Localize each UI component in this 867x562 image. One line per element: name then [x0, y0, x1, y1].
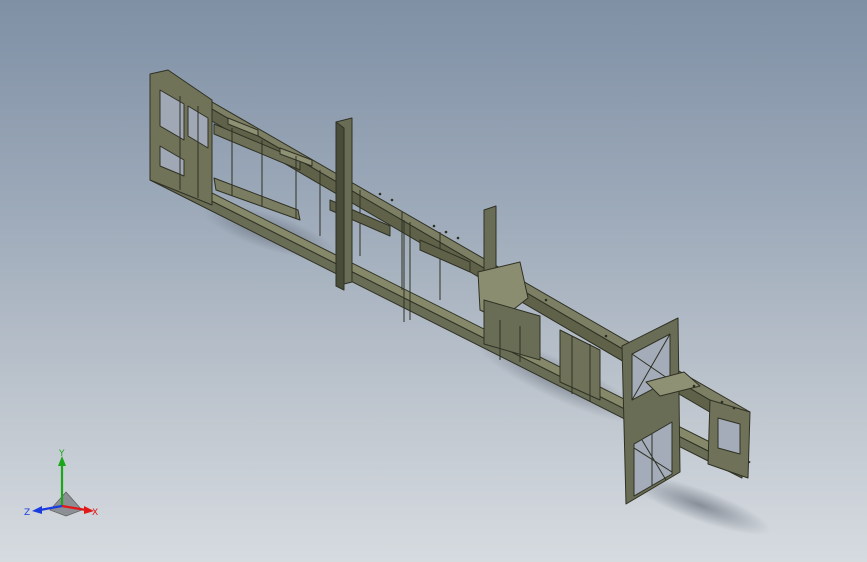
- z-axis-label: Z: [24, 508, 30, 518]
- orientation-triad: Y X Z: [24, 449, 98, 518]
- graphics-viewport[interactable]: Y X Z: [0, 0, 867, 562]
- chassis-frame-model[interactable]: [0, 0, 867, 562]
- y-axis-label: Y: [58, 449, 65, 459]
- triad-cube: [49, 491, 83, 517]
- frame-body: [149, 69, 751, 505]
- x-axis-label: X: [92, 508, 98, 518]
